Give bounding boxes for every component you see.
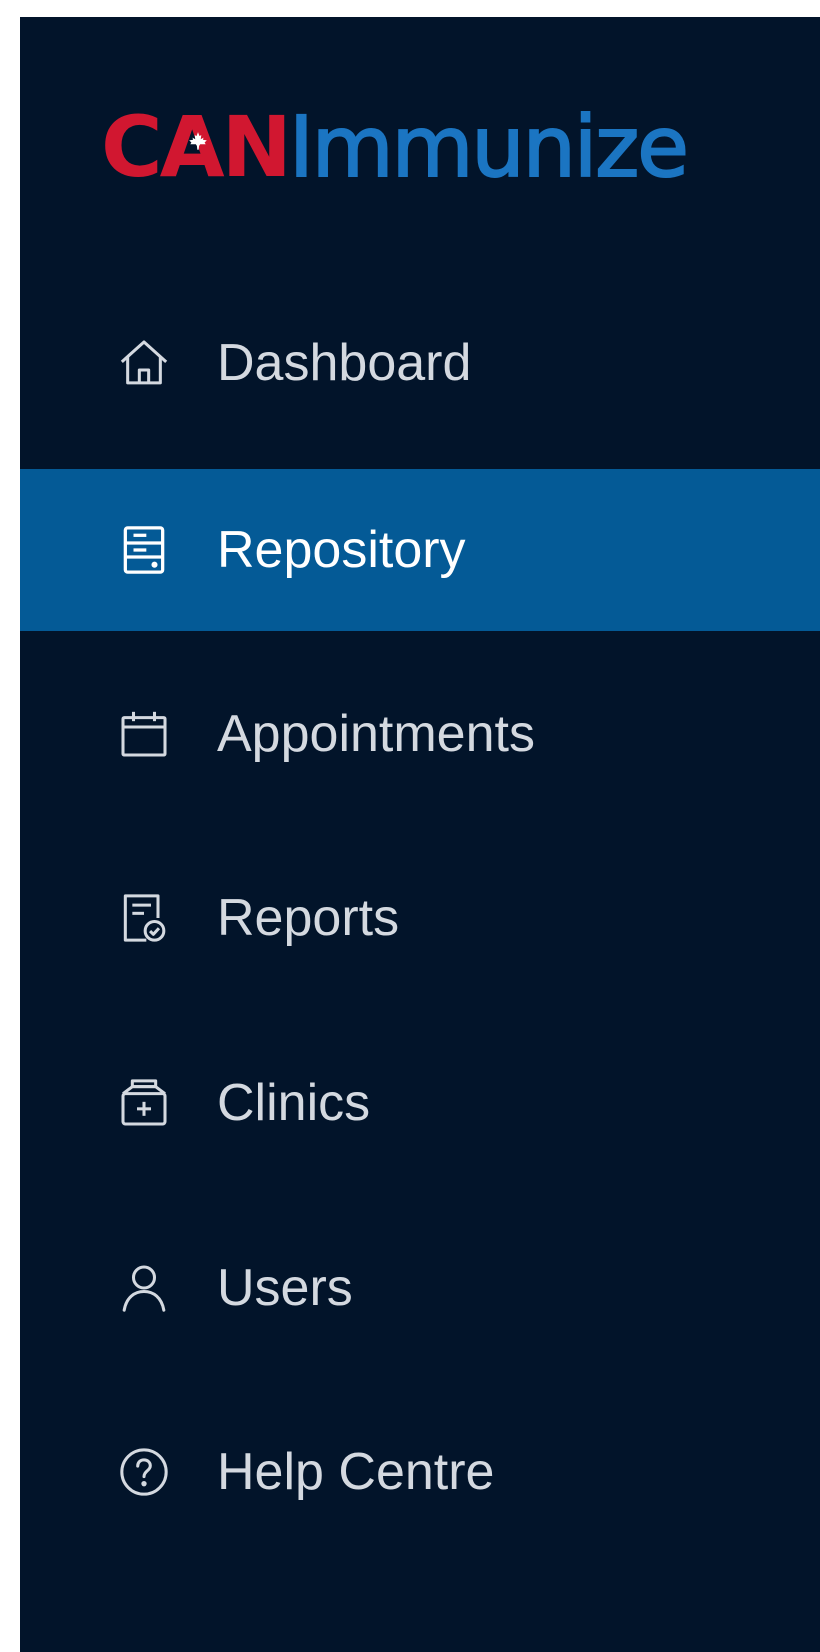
clinic-icon	[116, 1075, 172, 1131]
repository-icon	[116, 522, 172, 578]
sidebar-item-clinics[interactable]: Clinics	[20, 1022, 820, 1184]
sidebar-item-label: Help Centre	[217, 1443, 495, 1501]
sidebar-item-appointments[interactable]: Appointments	[20, 653, 820, 815]
calendar-icon	[116, 706, 172, 762]
maple-leaf-icon	[189, 132, 207, 150]
report-icon	[116, 890, 172, 946]
user-icon	[116, 1260, 172, 1316]
sidebar-item-label: Appointments	[217, 705, 535, 763]
sidebar-item-reports[interactable]: Reports	[20, 837, 820, 999]
sidebar: CAN Immunize Dashboard Repository Appoin…	[20, 17, 820, 1652]
sidebar-item-help-centre[interactable]: Help Centre	[20, 1391, 820, 1553]
sidebar-item-repository[interactable]: Repository	[20, 469, 820, 631]
sidebar-item-label: Dashboard	[217, 334, 472, 392]
home-icon	[116, 335, 172, 391]
canimmunize-logo[interactable]: CAN Immunize	[101, 97, 690, 197]
sidebar-item-label: Reports	[217, 889, 400, 947]
sidebar-item-label: Clinics	[217, 1074, 371, 1132]
sidebar-item-dashboard[interactable]: Dashboard	[20, 282, 820, 444]
sidebar-item-users[interactable]: Users	[20, 1207, 820, 1369]
logo-text-immunize: Immunize	[288, 98, 690, 196]
sidebar-item-label: Users	[217, 1259, 353, 1317]
sidebar-item-label: Repository	[217, 521, 466, 579]
help-icon	[116, 1444, 172, 1500]
